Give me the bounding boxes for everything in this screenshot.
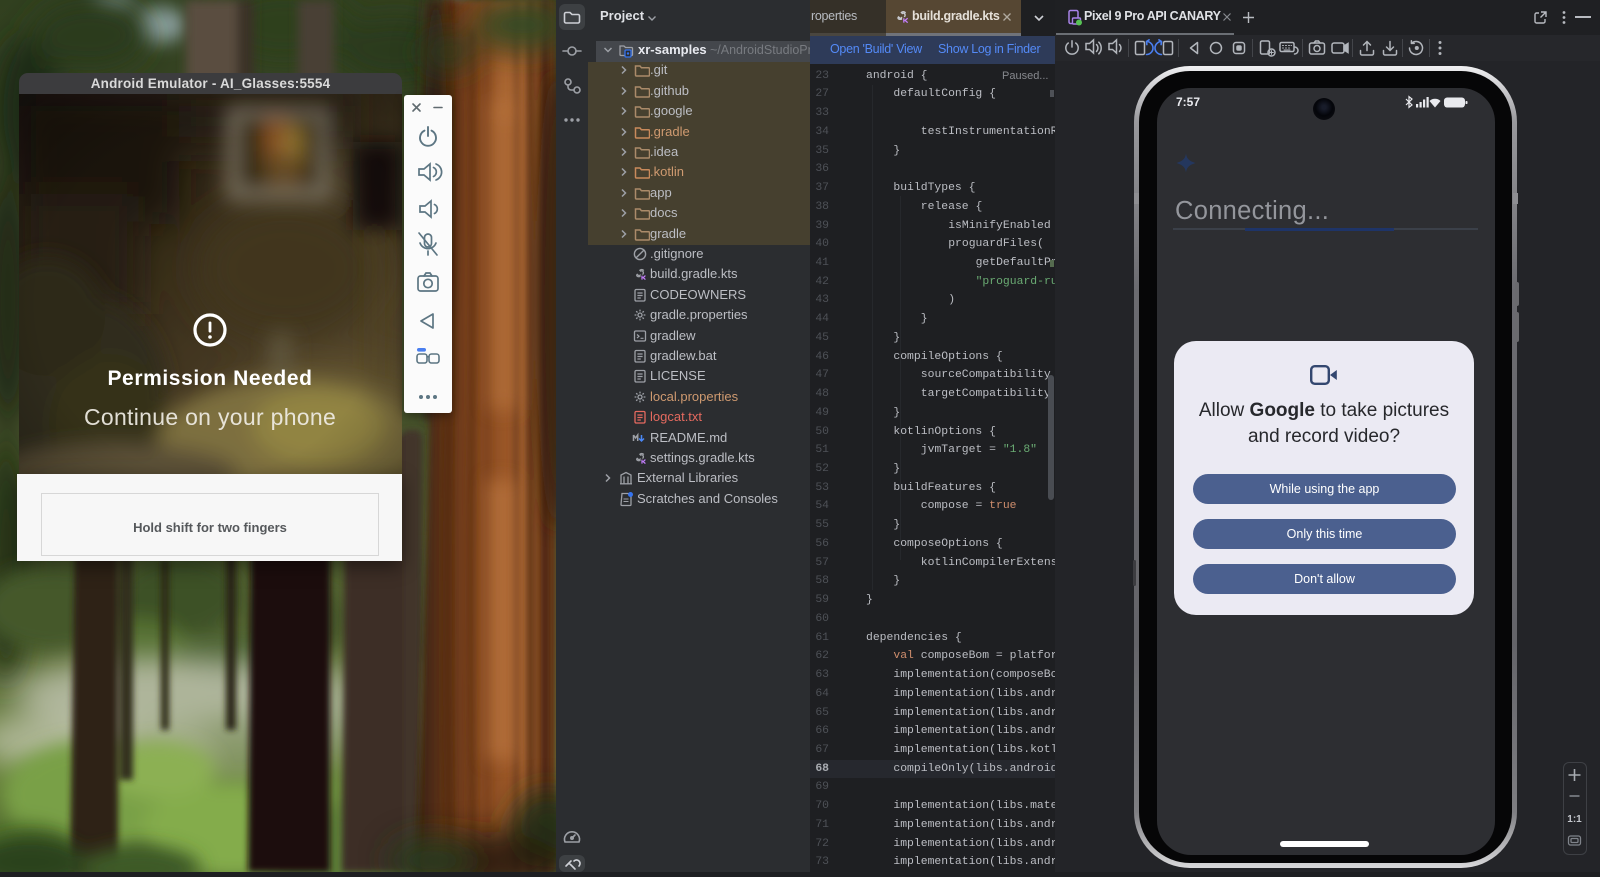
svg-text:1:1: 1:1 <box>1567 814 1582 825</box>
